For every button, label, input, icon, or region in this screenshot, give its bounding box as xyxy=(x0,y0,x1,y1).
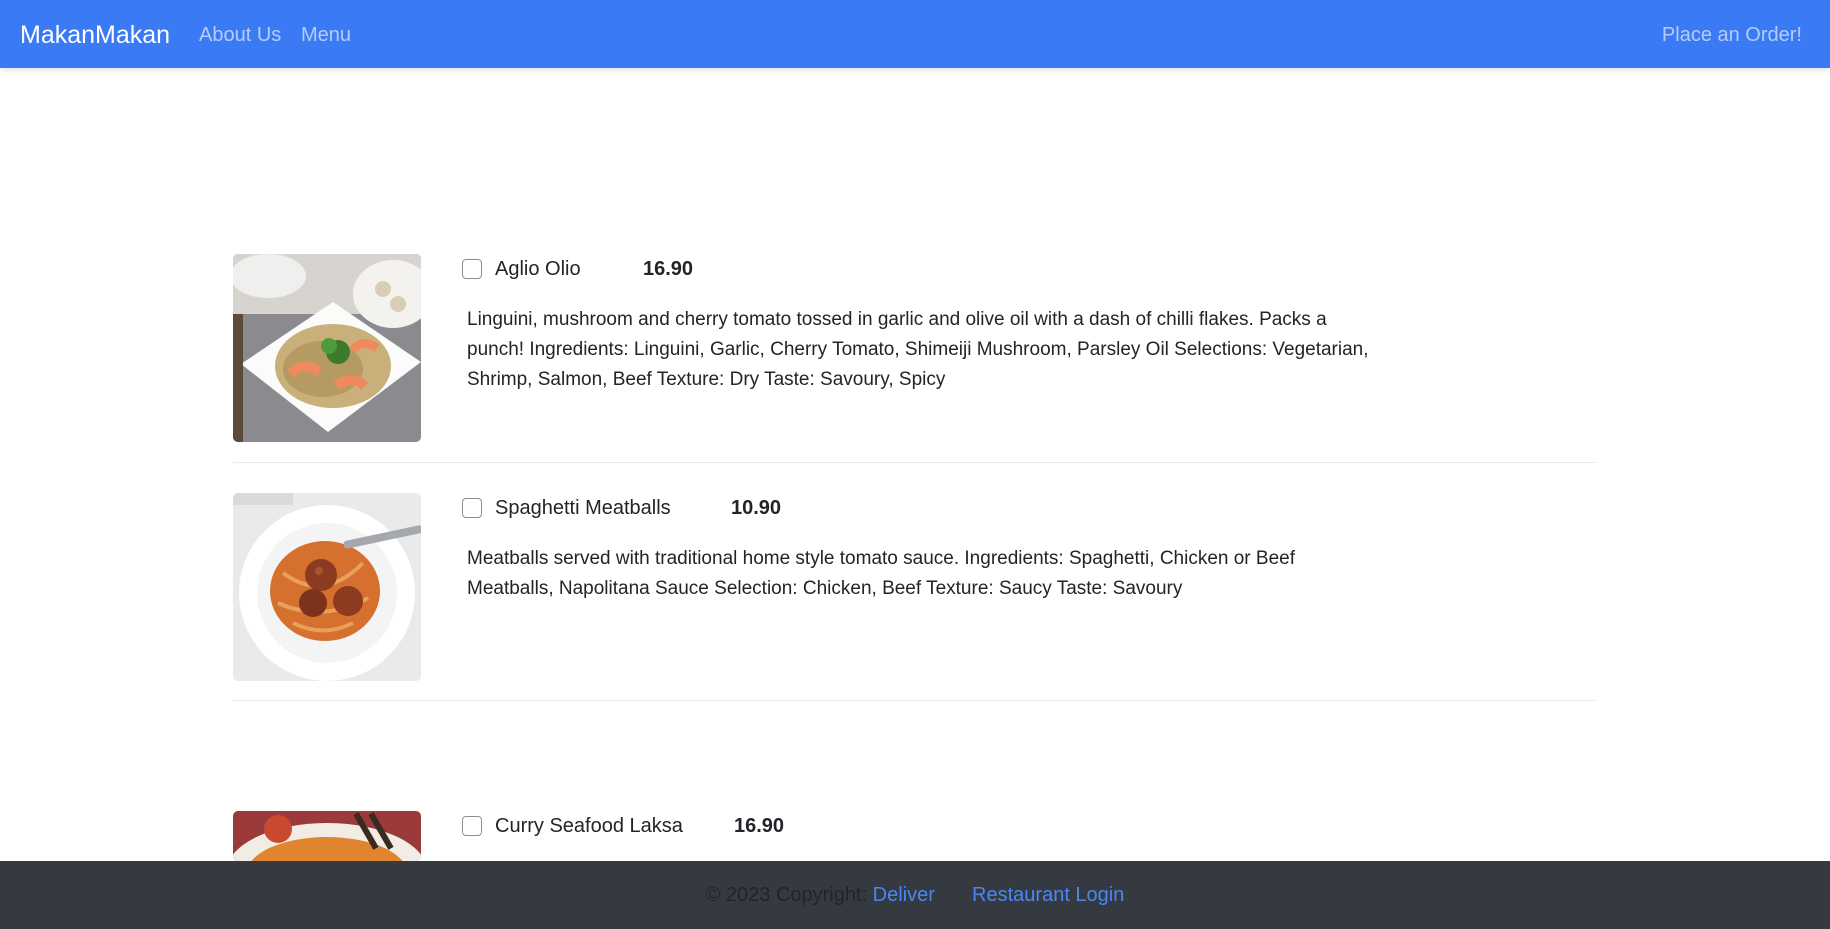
dish-name: Aglio Olio xyxy=(495,258,581,280)
dish-price: 16.90 xyxy=(643,258,694,280)
place-order-link[interactable]: Place an Order! xyxy=(1662,23,1802,47)
dish-image-curry-seafood-laksa xyxy=(233,811,421,861)
restaurant-login-link[interactable]: Restaurant Login xyxy=(972,884,1124,906)
select-checkbox-curry-seafood-laksa[interactable] xyxy=(462,816,482,836)
top-navbar: MakanMakan About Us Menu Place an Order! xyxy=(0,0,1830,68)
dish-image-aglio-olio xyxy=(233,254,421,442)
nav-link-about-us[interactable]: About Us xyxy=(199,23,281,47)
dish-description: Linguini, mushroom and cherry tomato tos… xyxy=(467,309,1369,390)
dish-name: Curry Seafood Laksa xyxy=(495,815,683,837)
brand-logo[interactable]: MakanMakan xyxy=(20,20,170,50)
deliver-link[interactable]: Deliver xyxy=(873,884,935,906)
select-checkbox-aglio-olio[interactable] xyxy=(462,259,482,279)
menu-item: Spaghetti Meatballs 10.90 Meatballs serv… xyxy=(233,493,1596,701)
dish-image-spaghetti-meatballs xyxy=(233,493,421,681)
copyright-text: © 2023 Copyright: xyxy=(705,884,868,906)
select-checkbox-spaghetti-meatballs[interactable] xyxy=(462,498,482,518)
dish-price: 10.90 xyxy=(731,497,782,519)
dish-name: Spaghetti Meatballs xyxy=(495,497,671,519)
dish-price: 16.90 xyxy=(734,815,785,837)
page-footer: © 2023 Copyright: Deliver Restaurant Log… xyxy=(0,861,1830,929)
menu-item: Aglio Olio 16.90 Linguini, mushroom and … xyxy=(233,254,1596,463)
nav-link-menu[interactable]: Menu xyxy=(301,23,351,47)
dish-description: Meatballs served with traditional home s… xyxy=(467,548,1295,599)
